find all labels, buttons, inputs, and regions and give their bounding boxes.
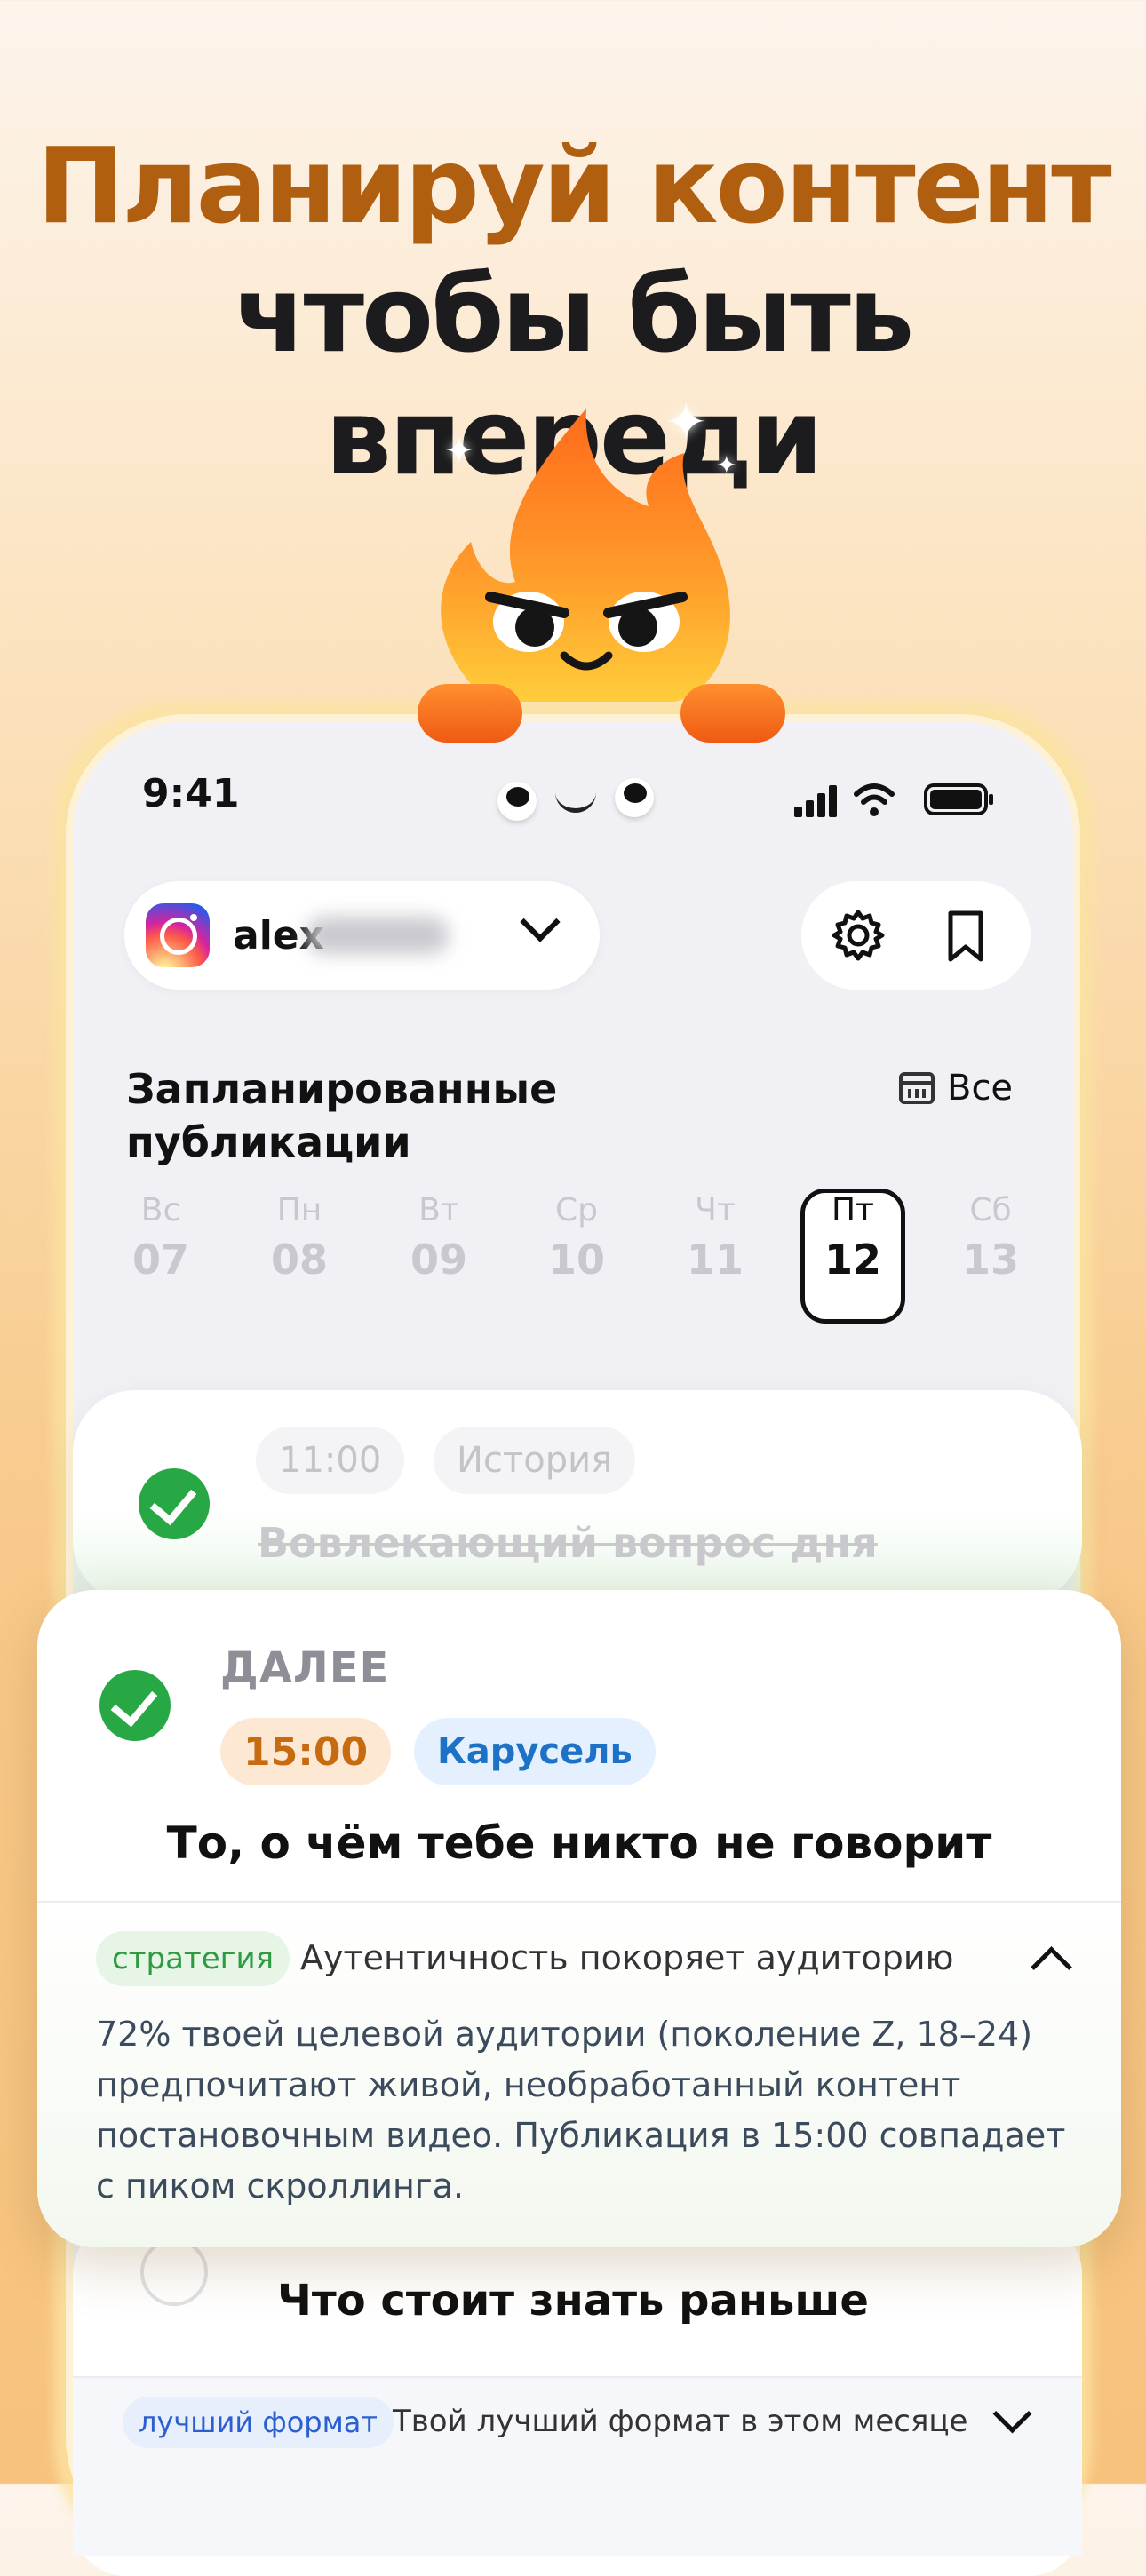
insight-title: Твой лучший формат в этом месяце [393,2404,968,2439]
day-name: Пт [831,1192,875,1228]
gear-icon[interactable] [831,908,886,963]
day-date: 08 [270,1236,328,1284]
day-name: Сб [969,1192,1012,1228]
day-sun[interactable]: Вс 07 [107,1192,214,1284]
toolbar-pill [801,881,1031,990]
headline-line-1: Планируй контент [36,124,1111,247]
all-dates-button[interactable]: Все [899,1066,1013,1110]
day-date: 07 [131,1236,189,1284]
type-tag: История [434,1427,636,1494]
all-dates-label: Все [947,1068,1014,1109]
insight-line: постановочным видео. Публикация в 15:00 … [96,2116,1066,2155]
day-thu[interactable]: Чт 11 [662,1192,768,1284]
instagram-icon [146,903,210,967]
insight-body: 72% твоей целевой аудитории (поколение Z… [96,2009,1073,2212]
signal-icon [794,785,837,817]
day-name: Вт [418,1192,459,1228]
mascot-right-hand [680,684,785,743]
post-title: Вовлекающий вопрос дня [258,1519,878,1567]
account-name-blurred [306,917,449,954]
insight-panel: стратегия Аутентичность покоряет аудитор… [37,1901,1121,2247]
day-sat[interactable]: Сб 13 [937,1192,1044,1284]
day-fri-selected[interactable]: Пт 12 [800,1189,906,1324]
day-date: 11 [686,1236,744,1284]
insight-line: предпочитают живой, необработанный конте… [96,2065,961,2104]
next-label: ДАЛЕЕ [220,1643,390,1693]
card-header: ДАЛЕЕ 15:00 Карусель То, о чём тебе никт… [37,1590,1121,1901]
insight-line: 72% твоей целевой аудитории (поколение Z… [96,2015,1033,2054]
time-tag: 11:00 [256,1427,405,1494]
mascot-left-hand [418,684,522,743]
chevron-up-icon[interactable] [1031,1946,1072,1988]
day-mon[interactable]: Пн 08 [246,1192,353,1284]
account-selector[interactable]: alex [124,881,600,990]
type-tag: Карусель [414,1718,656,1785]
post-title: Что стоит знать раньше [277,2276,869,2326]
day-name: Вс [140,1192,181,1228]
strategy-tag: стратегия [96,1931,290,1986]
check-icon[interactable] [139,1468,210,1539]
time-tag: 15:00 [220,1718,392,1785]
island-left-eye [497,782,537,821]
day-name: Чт [695,1192,736,1228]
day-tue[interactable]: Вт 09 [386,1192,492,1284]
day-date: 10 [547,1236,605,1284]
day-date: 12 [824,1236,881,1284]
fire-mascot-icon [441,409,730,702]
post-card-next[interactable]: ДАЛЕЕ 15:00 Карусель То, о чём тебе никт… [37,1590,1121,2247]
post-title: То, о чём тебе никто не говорит [166,1817,992,1869]
day-date: 13 [961,1236,1019,1284]
section-title-line-1: Запланированные [126,1065,558,1113]
battery-icon [924,783,993,815]
day-name: Ср [555,1192,598,1228]
check-icon[interactable] [99,1670,171,1741]
insight-title: Аутентичность покоряет аудиторию [300,1938,954,1977]
bookmark-icon[interactable] [946,910,985,963]
calendar-icon [899,1072,935,1104]
island-right-eye [615,778,654,817]
best-format-tag: лучший формат [123,2397,394,2448]
wifi-icon [854,783,895,816]
section-title: Запланированные публикации [126,1062,557,1169]
section-title-line-2: публикации [126,1118,411,1166]
status-time: 9:41 [142,771,240,816]
day-date: 09 [410,1236,467,1284]
day-name: Пн [276,1192,322,1228]
day-wed[interactable]: Ср 10 [523,1192,630,1284]
chevron-down-icon [520,902,561,942]
insight-line: с пиком скроллинга. [96,2167,465,2206]
